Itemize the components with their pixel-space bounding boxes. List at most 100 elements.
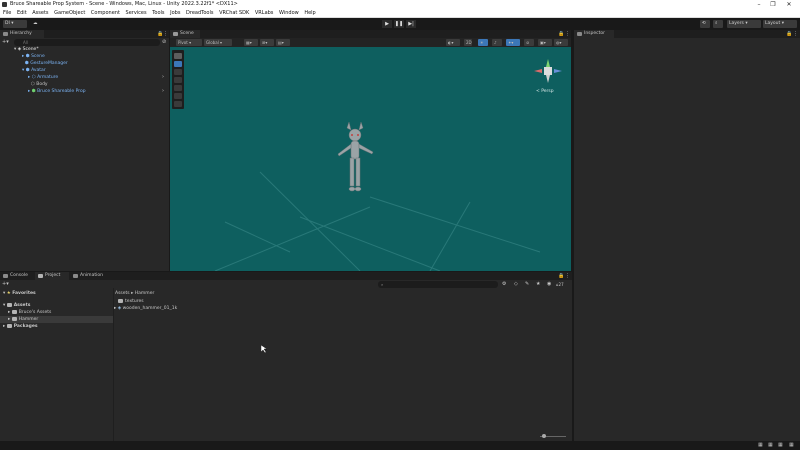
cloud-icon[interactable]: ☁ [31,20,40,28]
layout-dropdown[interactable]: Layout ▾ [763,20,797,28]
project-search-input[interactable]: ⌕ [378,281,498,288]
zoom-slider-handle[interactable] [542,434,546,438]
lock-icon[interactable]: 🔒 [558,30,564,38]
menu-kebab-icon[interactable]: ⋮ [565,272,570,280]
menu-kebab-icon[interactable]: ⋮ [793,30,798,38]
menu-services[interactable]: Services [126,9,147,18]
move-tool-icon[interactable] [174,61,182,67]
tab-project[interactable]: Project [35,272,69,280]
menu-kebab-icon[interactable]: ⋮ [565,30,570,38]
hierarchy-row-body[interactable]: ⬡ Body [28,81,48,88]
grid-snap-icon[interactable]: ▦▾ [244,39,258,46]
close-button[interactable]: ✕ [782,0,796,9]
project-add-button[interactable]: +▾ [2,281,9,288]
menu-file[interactable]: File [3,9,11,18]
file-label: wooden_hammer_01_1k [122,306,178,311]
camera-settings-icon[interactable]: ▣▾ [538,39,552,46]
hierarchy-row-avatar[interactable]: ▾ ⬢ Avatar [22,67,46,74]
perspective-label[interactable]: < Persp [536,89,554,94]
search-by-label-icon[interactable]: ◇ [514,281,518,288]
add-button[interactable]: +▾ [2,39,12,46]
layers-dropdown[interactable]: Layers ▾ [727,20,761,28]
menu-tools[interactable]: Tools [152,9,164,18]
maximize-button[interactable]: ❐ [766,0,780,9]
menu-assets[interactable]: Assets [32,9,48,18]
scene-visibility-icon[interactable]: ⊘ [162,39,166,46]
lock-icon[interactable]: 🔒 [558,272,564,280]
hierarchy-row-armature[interactable]: ▸ ⬡ Armature [28,74,58,81]
pivot-dropdown[interactable]: Pivot ▾ [176,39,202,46]
packages-row[interactable]: ▸ Packages [3,323,38,330]
avatar-model[interactable] [330,122,380,207]
menu-help[interactable]: Help [304,9,315,18]
tab-hierarchy[interactable]: Hierarchy [0,30,44,38]
2d-toggle-icon[interactable]: 2D [464,39,472,46]
menu-vrchat-sdk[interactable]: VRChat SDK [219,9,249,18]
main-toolbar: DI ▾ ☁ ▶ ❚❚ ▶| ⟲ ⌕ Layers ▾ Layout ▾ [0,18,800,30]
tab-scene[interactable]: Scene [170,30,200,38]
breadcrumb-hammer[interactable]: Hammer [135,291,155,296]
menu-vrlabs[interactable]: VRLabs [255,9,274,18]
menu-dreadtools[interactable]: DreadTools [186,9,213,18]
hand-tool-icon[interactable] [174,53,182,59]
bruces-assets-row[interactable]: ▸ Bruce's Assets [8,309,51,316]
menu-edit[interactable]: Edit [17,9,27,18]
row-arrow-icon[interactable]: › [162,74,164,80]
tab-inspector[interactable]: Inspector [574,30,614,38]
row-arrow-icon[interactable]: › [162,88,164,94]
rect-tool-icon[interactable] [174,85,182,91]
bake-icon[interactable]: ▦ [758,442,763,448]
file-row-wooden-hammer[interactable]: ▸ ◈ wooden_hammer_01_1k [114,305,177,312]
hierarchy-row-bruce-shareable-prop[interactable]: ▸ ⬢ Bruce Shareable Prop [28,88,86,95]
tab-console[interactable]: Console [0,272,34,280]
scene-viewport[interactable]: < Persp [170,47,571,271]
hierarchy-row-scene-root[interactable]: ▾ ◈ Scene* [14,46,39,53]
pause-button[interactable]: ❚❚ [394,20,404,28]
tab-animation[interactable]: Animation [70,272,110,280]
hammer-row[interactable]: ▸ Hammer [0,316,113,323]
menu-jobs[interactable]: Jobs [170,9,180,18]
audio-icon[interactable]: ♪ [492,39,502,46]
hidden-packages-icon[interactable]: ◉ [547,281,551,288]
menu-gameobject[interactable]: GameObject [54,9,85,18]
hierarchy-row-gesturemanager[interactable]: ⬢ GestureManager [22,60,68,67]
menu-window[interactable]: Window [279,9,299,18]
rotate-tool-icon[interactable] [174,69,182,75]
debug-icon[interactable]: ▦ [768,442,773,448]
global-label: Global [206,40,219,45]
history-icon[interactable]: ⟲ [700,20,710,28]
menu-kebab-icon[interactable]: ⋮ [163,30,168,38]
minimize-button[interactable]: – [752,0,766,9]
unity-icon [2,2,7,7]
custom-tool-icon[interactable] [174,101,182,107]
orientation-gizmo[interactable] [532,57,564,87]
snap-increment-icon[interactable]: ⊞▾ [260,39,274,46]
grid-visibility-icon[interactable]: ▤▾ [276,39,290,46]
effects-icon[interactable]: ✦▾ [506,39,520,46]
scale-tool-icon[interactable] [174,77,182,83]
hierarchy-row-scene[interactable]: ▸ ⬢ Scene [22,53,45,60]
filter-icon[interactable]: ✎ [525,281,529,288]
favorite-icon[interactable]: ★ [536,281,540,288]
lighting-icon[interactable]: ☀ [478,39,488,46]
assets-row[interactable]: ▾ Assets [3,302,30,309]
lock-icon[interactable]: 🔒 [786,30,792,38]
notifications-icon[interactable]: ▦ [789,442,794,448]
favorites-row[interactable]: ▾ ★ Favorites [3,290,36,297]
breadcrumb-assets[interactable]: Assets [115,291,130,296]
shading-mode-icon[interactable]: ◐▾ [446,39,460,46]
hierarchy-search-input[interactable]: All [14,39,160,46]
play-button[interactable]: ▶ [382,20,392,28]
file-row-textures[interactable]: textures [118,298,144,305]
search-icon[interactable]: ⌕ [713,20,723,28]
collab-icon[interactable]: ▦ [778,442,783,448]
transform-tool-icon[interactable] [174,93,182,99]
gizmos-icon[interactable]: ◍▾ [554,39,568,46]
search-by-type-icon[interactable]: ⚙ [502,281,506,288]
account-button[interactable]: DI ▾ [3,20,27,28]
step-button[interactable]: ▶| [406,20,416,28]
hidden-objects-icon[interactable]: ⊘ [524,39,534,46]
file-label: textures [125,299,144,304]
global-dropdown[interactable]: Global ▾ [204,39,232,46]
menu-component[interactable]: Component [91,9,120,18]
